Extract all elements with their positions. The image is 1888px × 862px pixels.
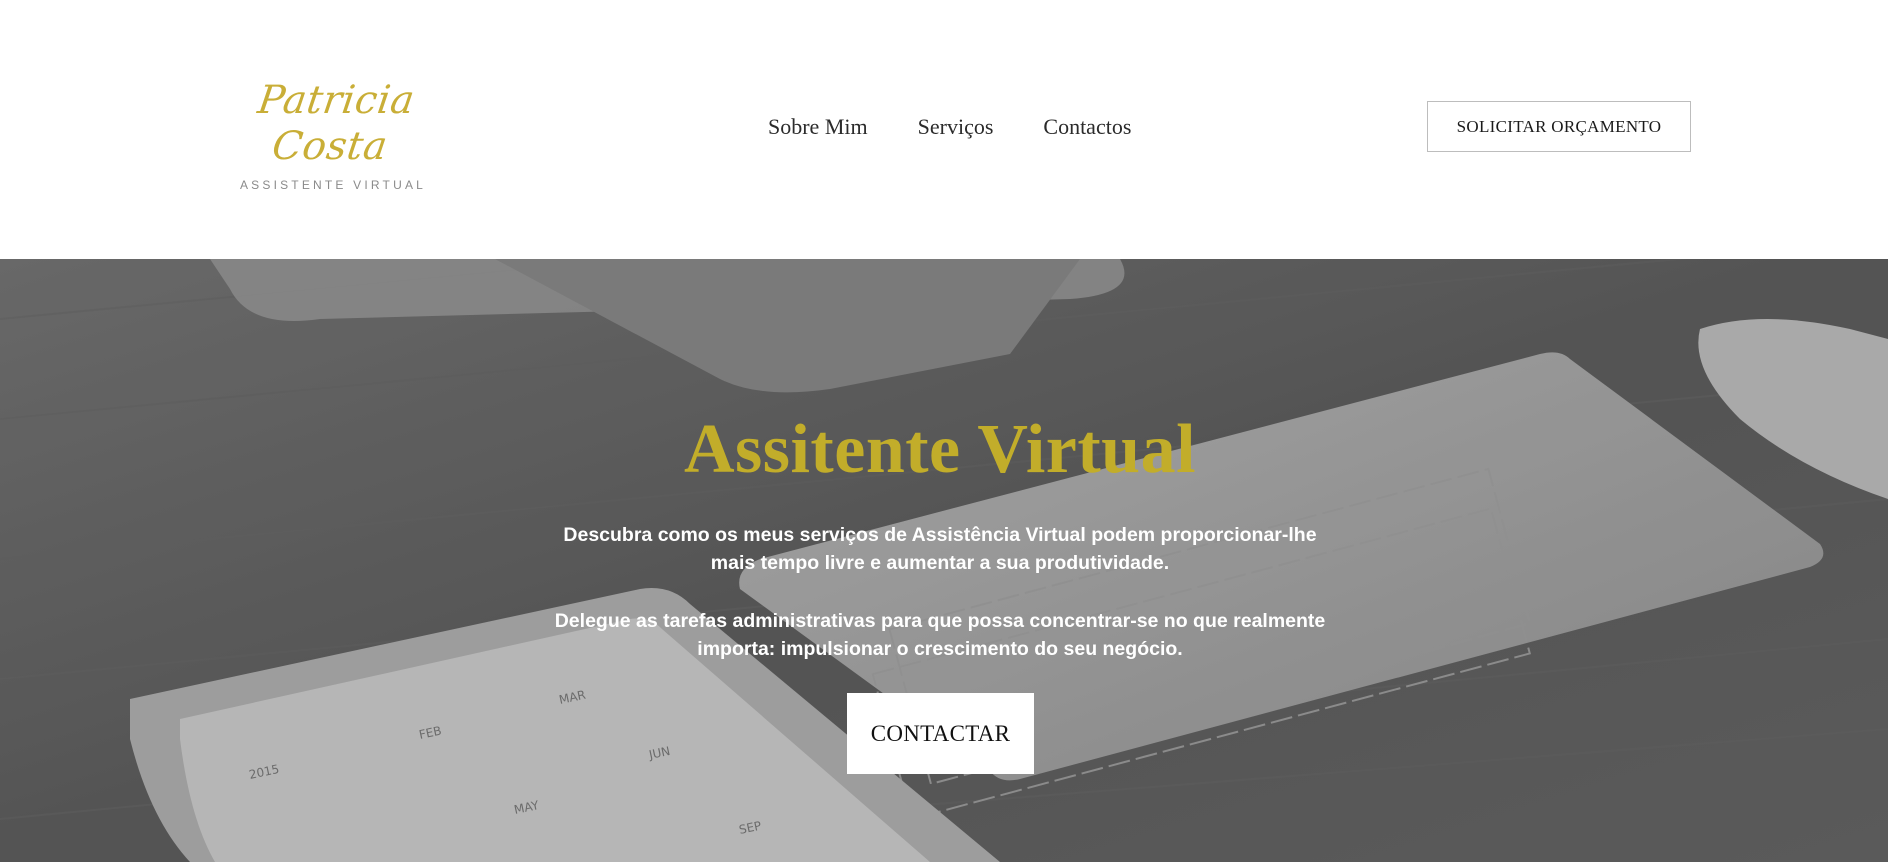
site-header: Patricia Costa ASSISTENTE VIRTUAL Sobre … — [0, 0, 1888, 259]
nav-sobre-mim[interactable]: Sobre Mim — [768, 112, 868, 142]
main-nav: Sobre Mim Serviços Contactos — [768, 112, 1131, 142]
hero-content: Assitente Virtual Descubra como os meus … — [0, 259, 1888, 862]
nav-servicos[interactable]: Serviços — [918, 112, 994, 142]
logo-tagline: ASSISTENTE VIRTUAL — [239, 178, 427, 192]
hero-description-secondary: Delegue as tarefas administrativas para … — [554, 610, 1326, 660]
hero-description: Descubra como os meus serviços de Assist… — [563, 524, 1317, 574]
request-quote-button[interactable]: SOLICITAR ORÇAMENTO — [1427, 101, 1691, 152]
hero-title: Assitente Virtual — [683, 411, 1197, 488]
brand-logo[interactable]: Patricia Costa ASSISTENTE VIRTUAL — [228, 78, 438, 192]
nav-contactos[interactable]: Contactos — [1043, 112, 1131, 142]
hero-section: 2015 FEB MAR JUN MAY SEP Assitente Virtu… — [0, 259, 1888, 862]
contact-button[interactable]: CONTACTAR — [847, 693, 1034, 774]
logo-name: Patricia Costa — [255, 78, 418, 169]
